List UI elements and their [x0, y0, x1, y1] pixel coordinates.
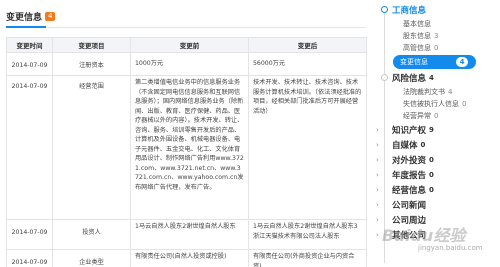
change-info-panel: 变更信息 4 变更时间 变更项目 变更前 变更后 2014-07-09 注册资本… — [0, 0, 372, 267]
cell-item: 注册资本 — [52, 52, 131, 76]
nav-item-label: 股东信息 — [403, 32, 431, 40]
nav-item-count: 4 — [456, 57, 468, 67]
chevron-right-icon: › — [376, 231, 379, 239]
nav-item-label: 经营异常 — [403, 112, 431, 120]
nav-section-annual-report[interactable]: 年度报告 0 — [392, 169, 434, 181]
nav-section-ip[interactable]: 知识产权 9 — [392, 124, 434, 136]
watermark-domain: jingyan.baidu.com — [418, 244, 483, 252]
section-header: 变更信息 4 — [6, 10, 56, 23]
nav-dot — [381, 6, 388, 13]
cell-date: 2014-07-09 — [6, 52, 53, 76]
nav-item-label: 法院裁判文书 — [403, 88, 445, 96]
nav-section-count: 4 — [429, 74, 434, 82]
nav-section-investments[interactable]: 对外投资 0 — [392, 154, 434, 166]
cell-before: 有限责任公司(自然人投资或控股) — [130, 249, 249, 267]
nav-item-count: 0 — [434, 112, 439, 120]
nav-section-count: 0 — [429, 156, 434, 164]
title-underline — [6, 26, 46, 28]
table-row: 2014-07-09 投资人 1马云自然人股东2谢世煌自然人股东 1马云自然人股… — [6, 219, 367, 250]
cell-item: 企业类型 — [52, 249, 131, 267]
nav-item-label: 变更信息 — [400, 58, 428, 66]
cell-after: 技术开发、技术转让、技术咨询、技术服务计算机技术培训。（依法须经批准的项目，经相… — [248, 75, 367, 220]
cell-date: 2014-07-09 — [6, 219, 53, 250]
chevron-right-icon: › — [376, 141, 379, 149]
nav-item-count: 0 — [434, 44, 439, 52]
nav-section-label: 公司新闻 — [392, 201, 427, 211]
nav-section-label: 知识产权 — [392, 126, 427, 136]
nav-item-label: 失信被执行人信息 — [403, 100, 459, 108]
col-header-item: 变更项目 — [52, 37, 131, 53]
cell-before: 1000万元 — [130, 52, 249, 76]
cell-before: 第二类增值电信业务中的信息服务业务（不含固定网电信信息服务和互联网信息服务）；国… — [130, 75, 249, 220]
chevron-right-icon: › — [376, 201, 379, 209]
nav-section-label: 年度报告 — [392, 171, 427, 181]
nav-section-count: 0 — [429, 171, 434, 179]
nav-item-label: 基本信息 — [403, 20, 431, 28]
cell-date: 2014-07-09 — [6, 75, 53, 220]
chevron-right-icon: › — [376, 156, 379, 164]
nav-section-news[interactable]: 公司新闻 — [392, 199, 426, 211]
nav-dot — [381, 74, 388, 81]
count-badge: 4 — [45, 12, 56, 21]
nav-item-count: 0 — [462, 100, 467, 108]
watermark-logo: Baidu经验 — [382, 226, 466, 245]
cell-date: 2014-07-09 — [6, 249, 53, 267]
nav-item-basic-info[interactable]: 基本信息 — [403, 19, 431, 29]
cell-after: 1马云自然人股东2谢世煌自然人股东3浙江天猫技术有限公司法人股东 — [248, 219, 367, 250]
table-row: 2014-07-09 企业类型 有限责任公司(自然人投资或控股) 有限责任公司(… — [6, 249, 367, 267]
cell-after: 有限责任公司(外商投资企业与内资合资) — [248, 249, 367, 267]
nav-section-count: 0 — [420, 141, 426, 149]
nav-item-abnormal-operation[interactable]: 经营异常 0 — [403, 111, 438, 121]
nav-section-risk-info[interactable]: 风险信息 4 — [392, 72, 434, 84]
cell-item: 经营范围 — [52, 75, 131, 220]
nav-section-operations[interactable]: 经营信息 0 — [392, 184, 434, 196]
nav-section-label: 经营信息 — [392, 186, 427, 196]
chevron-right-icon: › — [376, 216, 379, 224]
nav-section-media[interactable]: 自媒体 0 — [392, 139, 425, 151]
nav-section-label: 风险信息 — [392, 74, 427, 84]
col-header-date: 变更时间 — [6, 37, 53, 53]
table-header-row: 变更时间 变更项目 变更前 变更后 — [6, 37, 367, 53]
chevron-right-icon: › — [376, 126, 379, 134]
nav-section-count: 0 — [429, 186, 434, 194]
divider — [6, 27, 366, 28]
col-header-after: 变更后 — [248, 37, 367, 53]
nav-section-count: 9 — [429, 126, 434, 134]
chevron-right-icon: › — [376, 186, 379, 194]
nav-section-business-info[interactable]: 工商信息 — [392, 4, 426, 16]
nav-item-executives[interactable]: 高管信息 0 — [403, 43, 438, 53]
section-title: 变更信息 — [6, 13, 43, 23]
nav-section-label: 对外投资 — [392, 156, 427, 166]
table-row: 2014-07-09 经营范围 第二类增值电信业务中的信息服务业务（不含固定网电… — [6, 75, 367, 220]
change-table: 变更时间 变更项目 变更前 变更后 2014-07-09 注册资本 1000万元… — [6, 37, 367, 267]
nav-section-label: 自媒体 — [392, 141, 418, 151]
nav-item-shareholders[interactable]: 股东信息 3 — [403, 31, 438, 41]
nav-item-change-info[interactable]: 变更信息 4 — [393, 55, 476, 69]
cell-before: 1马云自然人股东2谢世煌自然人股东 — [130, 219, 249, 250]
cell-after: 56000万元 — [248, 52, 367, 76]
chevron-right-icon: › — [376, 171, 379, 179]
nav-item-court-documents[interactable]: 法院裁判文书 4 — [403, 87, 452, 97]
nav-item-dishonest-debtors[interactable]: 失信被执行人信息 0 — [403, 99, 466, 109]
nav-item-count: 3 — [434, 32, 439, 40]
nav-item-count: 4 — [448, 88, 453, 96]
nav-section-label: 工商信息 — [392, 6, 427, 16]
table-row: 2014-07-09 注册资本 1000万元 56000万元 — [6, 52, 367, 76]
nav-item-label: 高管信息 — [403, 44, 431, 52]
cell-item: 投资人 — [52, 219, 131, 250]
col-header-before: 变更前 — [130, 37, 249, 53]
